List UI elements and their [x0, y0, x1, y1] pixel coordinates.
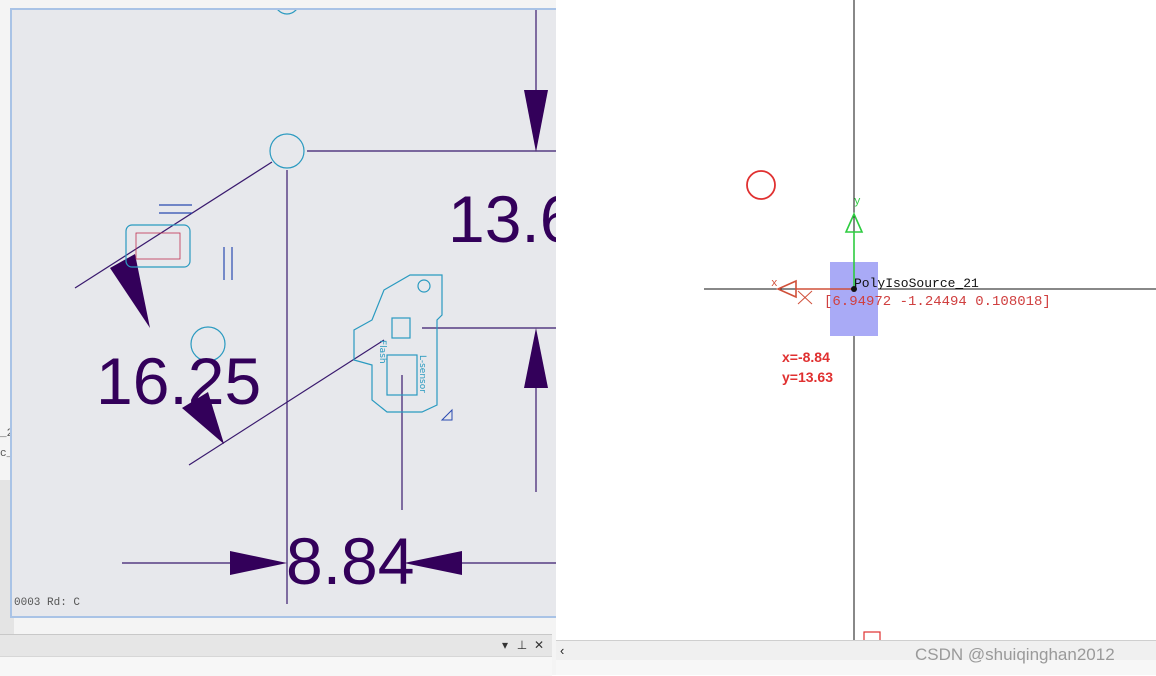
vector-readout: [6.94972 -1.24494 0.108018]	[824, 294, 1051, 310]
pin-icon[interactable]: ⊥	[515, 638, 529, 652]
dropdown-icon[interactable]: ▾	[498, 638, 512, 652]
dimension-diagonal-value: 16.25	[96, 344, 262, 418]
pcb-flash-label: Flash	[377, 340, 387, 364]
close-icon[interactable]: ✕	[532, 638, 546, 652]
axis-y-label: y	[854, 196, 861, 208]
dimension-horizontal-value: 8.84	[286, 524, 415, 598]
dock-content	[0, 656, 552, 676]
coord-x-readout: x=-8.84	[782, 349, 830, 365]
3d-viewport[interactable]: y x PolyIsoSource_21 [6.94972 -1.24494 0…	[556, 0, 1156, 640]
dock-title-bar[interactable]: ▾ ⊥ ✕	[0, 634, 552, 657]
title-block-text: 0003 Rd: C	[14, 597, 81, 609]
viewport-scene	[704, 0, 1156, 640]
axis-x-label: x	[771, 278, 778, 290]
coord-y-readout: y=13.63	[782, 369, 833, 385]
scroll-left-icon[interactable]: ‹	[560, 643, 564, 658]
object-label: PolyIsoSource_21	[854, 276, 979, 291]
pcb-sensor-label: L-sensor	[417, 355, 427, 393]
watermark: CSDN @shuiqinghan2012	[915, 645, 1115, 664]
